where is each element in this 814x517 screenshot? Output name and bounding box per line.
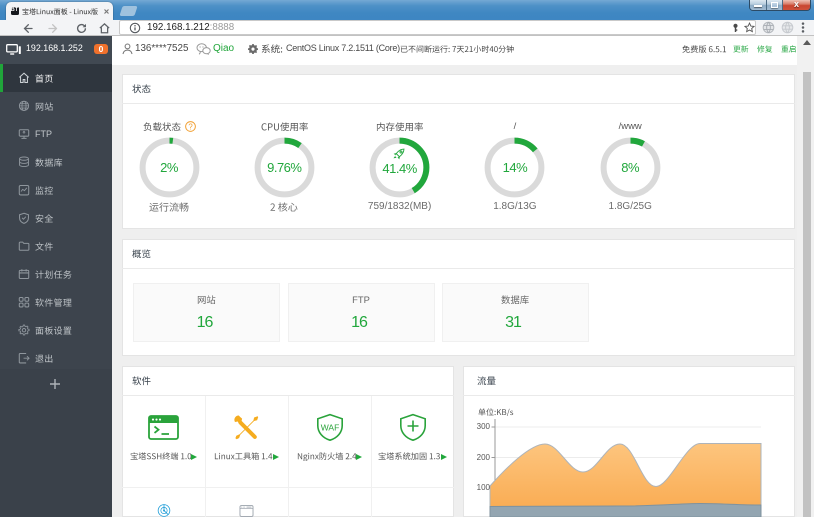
- svg-text:?: ?: [188, 122, 193, 131]
- svg-text:WAF: WAF: [321, 423, 340, 433]
